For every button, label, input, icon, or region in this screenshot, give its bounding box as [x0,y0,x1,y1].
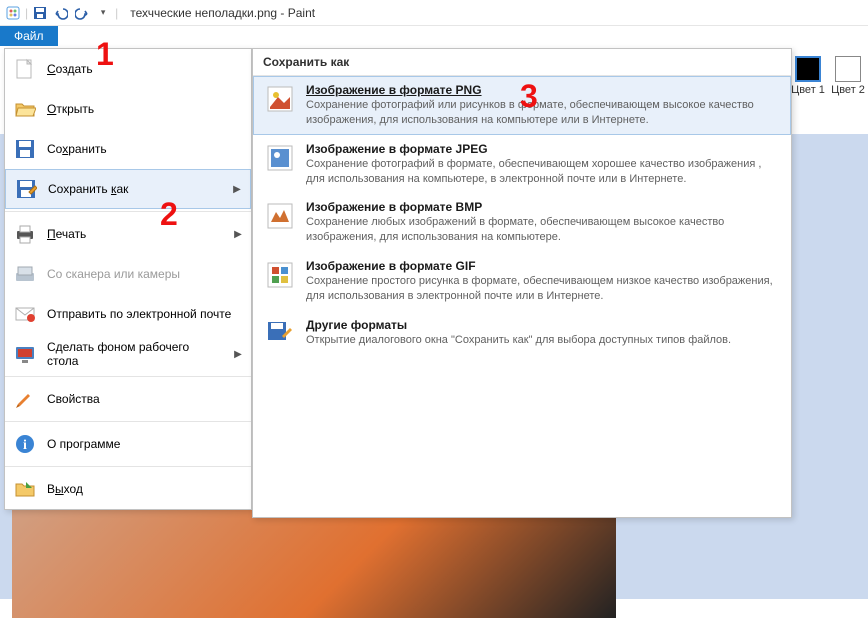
chevron-right-icon: ▶ [232,184,242,195]
save-icon [13,137,37,161]
menu-item-saveas[interactable]: Сохранить как ▶ [5,169,251,209]
format-desc: Сохранение фотографий или рисунков в фор… [306,98,780,128]
about-icon: i [13,432,37,456]
menu-item-new[interactable]: Создать [5,49,251,89]
menu-item-props[interactable]: Свойства [5,379,251,419]
format-desc: Сохранение простого рисунка в формате, о… [306,274,780,304]
format-title: Изображение в формате JPEG [306,142,780,156]
color-2[interactable]: Цвет 2 [828,54,868,98]
gif-icon [264,259,296,291]
title-bar: | ▾ | техчческие неполадки.png - Paint [0,0,868,26]
open-icon [13,97,37,121]
format-desc: Сохранение любых изображений в формате, … [306,215,780,245]
saveas-icon [14,177,38,201]
qat-dropdown-icon[interactable]: ▾ [94,4,112,22]
format-title: Изображение в формате GIF [306,259,780,273]
wallpaper-icon [13,342,37,366]
format-bmp[interactable]: Изображение в формате BMPСохранение любы… [253,193,791,252]
menu-item-about[interactable]: i О программе [5,424,251,464]
print-icon [13,222,37,246]
color-swatch-1 [795,56,821,82]
menu-label: Сохранить как [48,182,222,196]
redo-icon[interactable] [73,4,91,22]
quick-access-toolbar: | ▾ | [4,4,118,22]
menu-item-open[interactable]: Открыть [5,89,251,129]
png-icon [264,83,296,115]
color-1[interactable]: Цвет 1 [788,54,828,98]
submenu-header: Сохранить как [253,49,791,76]
menu-label: О программе [47,437,243,451]
chevron-right-icon: ▶ [233,349,243,360]
exit-icon [13,477,37,501]
annotation-1: 1 [96,36,114,73]
saveas-submenu: Сохранить как Изображение в формате PNGС… [252,48,792,518]
menu-label: Отправить по электронной почте [47,307,243,321]
menu-item-wallpaper[interactable]: Сделать фоном рабочего стола ▶ [5,334,251,374]
undo-icon[interactable] [52,4,70,22]
format-title: Изображение в формате PNG [306,83,780,97]
format-title: Другие форматы [306,318,780,332]
chevron-right-icon: ▶ [233,229,243,240]
format-gif[interactable]: Изображение в формате GIFСохранение прос… [253,252,791,311]
color-wells: Цвет 1 Цвет 2 [788,54,868,98]
bmp-icon [264,200,296,232]
menu-item-scanner: Со сканера или камеры [5,254,251,294]
ribbon: Файл [0,26,868,48]
annotation-3: 3 [520,78,538,115]
menu-item-save[interactable]: Сохранить [5,129,251,169]
menu-item-exit[interactable]: Выход [5,469,251,509]
menu-label: Свойства [47,392,243,406]
menu-label: Сделать фоном рабочего стола [47,340,223,368]
menu-label: Со сканера или камеры [47,267,243,281]
format-title: Изображение в формате BMP [306,200,780,214]
file-menu: СоздатьОткрытьСохранитьСохранить как▶Печ… [4,48,252,510]
color-swatch-2 [835,56,861,82]
format-desc: Открытие диалогового окна "Сохранить как… [306,333,780,348]
menu-label: Сохранить [47,142,243,156]
props-icon [13,387,37,411]
svg-text:i: i [23,438,27,453]
scanner-icon [13,262,37,286]
format-other[interactable]: Другие форматыОткрытие диалогового окна … [253,311,791,357]
jpeg-icon [264,142,296,174]
menu-label: Открыть [47,102,243,116]
save-icon[interactable] [31,4,49,22]
menu-label: Печать [47,227,223,241]
menu-label: Выход [47,482,243,496]
window-title: техчческие неполадки.png - Paint [130,6,315,20]
email-icon [13,302,37,326]
new-icon [13,57,37,81]
format-jpeg[interactable]: Изображение в формате JPEGСохранение фот… [253,135,791,194]
menu-item-print[interactable]: Печать ▶ [5,214,251,254]
menu-item-email[interactable]: Отправить по электронной почте [5,294,251,334]
format-desc: Сохранение фотографий в формате, обеспеч… [306,157,780,187]
annotation-2: 2 [160,196,178,233]
app-icon [4,4,22,22]
file-tab[interactable]: Файл [0,26,58,46]
menu-label: Создать [47,62,243,76]
other-icon [264,318,296,350]
